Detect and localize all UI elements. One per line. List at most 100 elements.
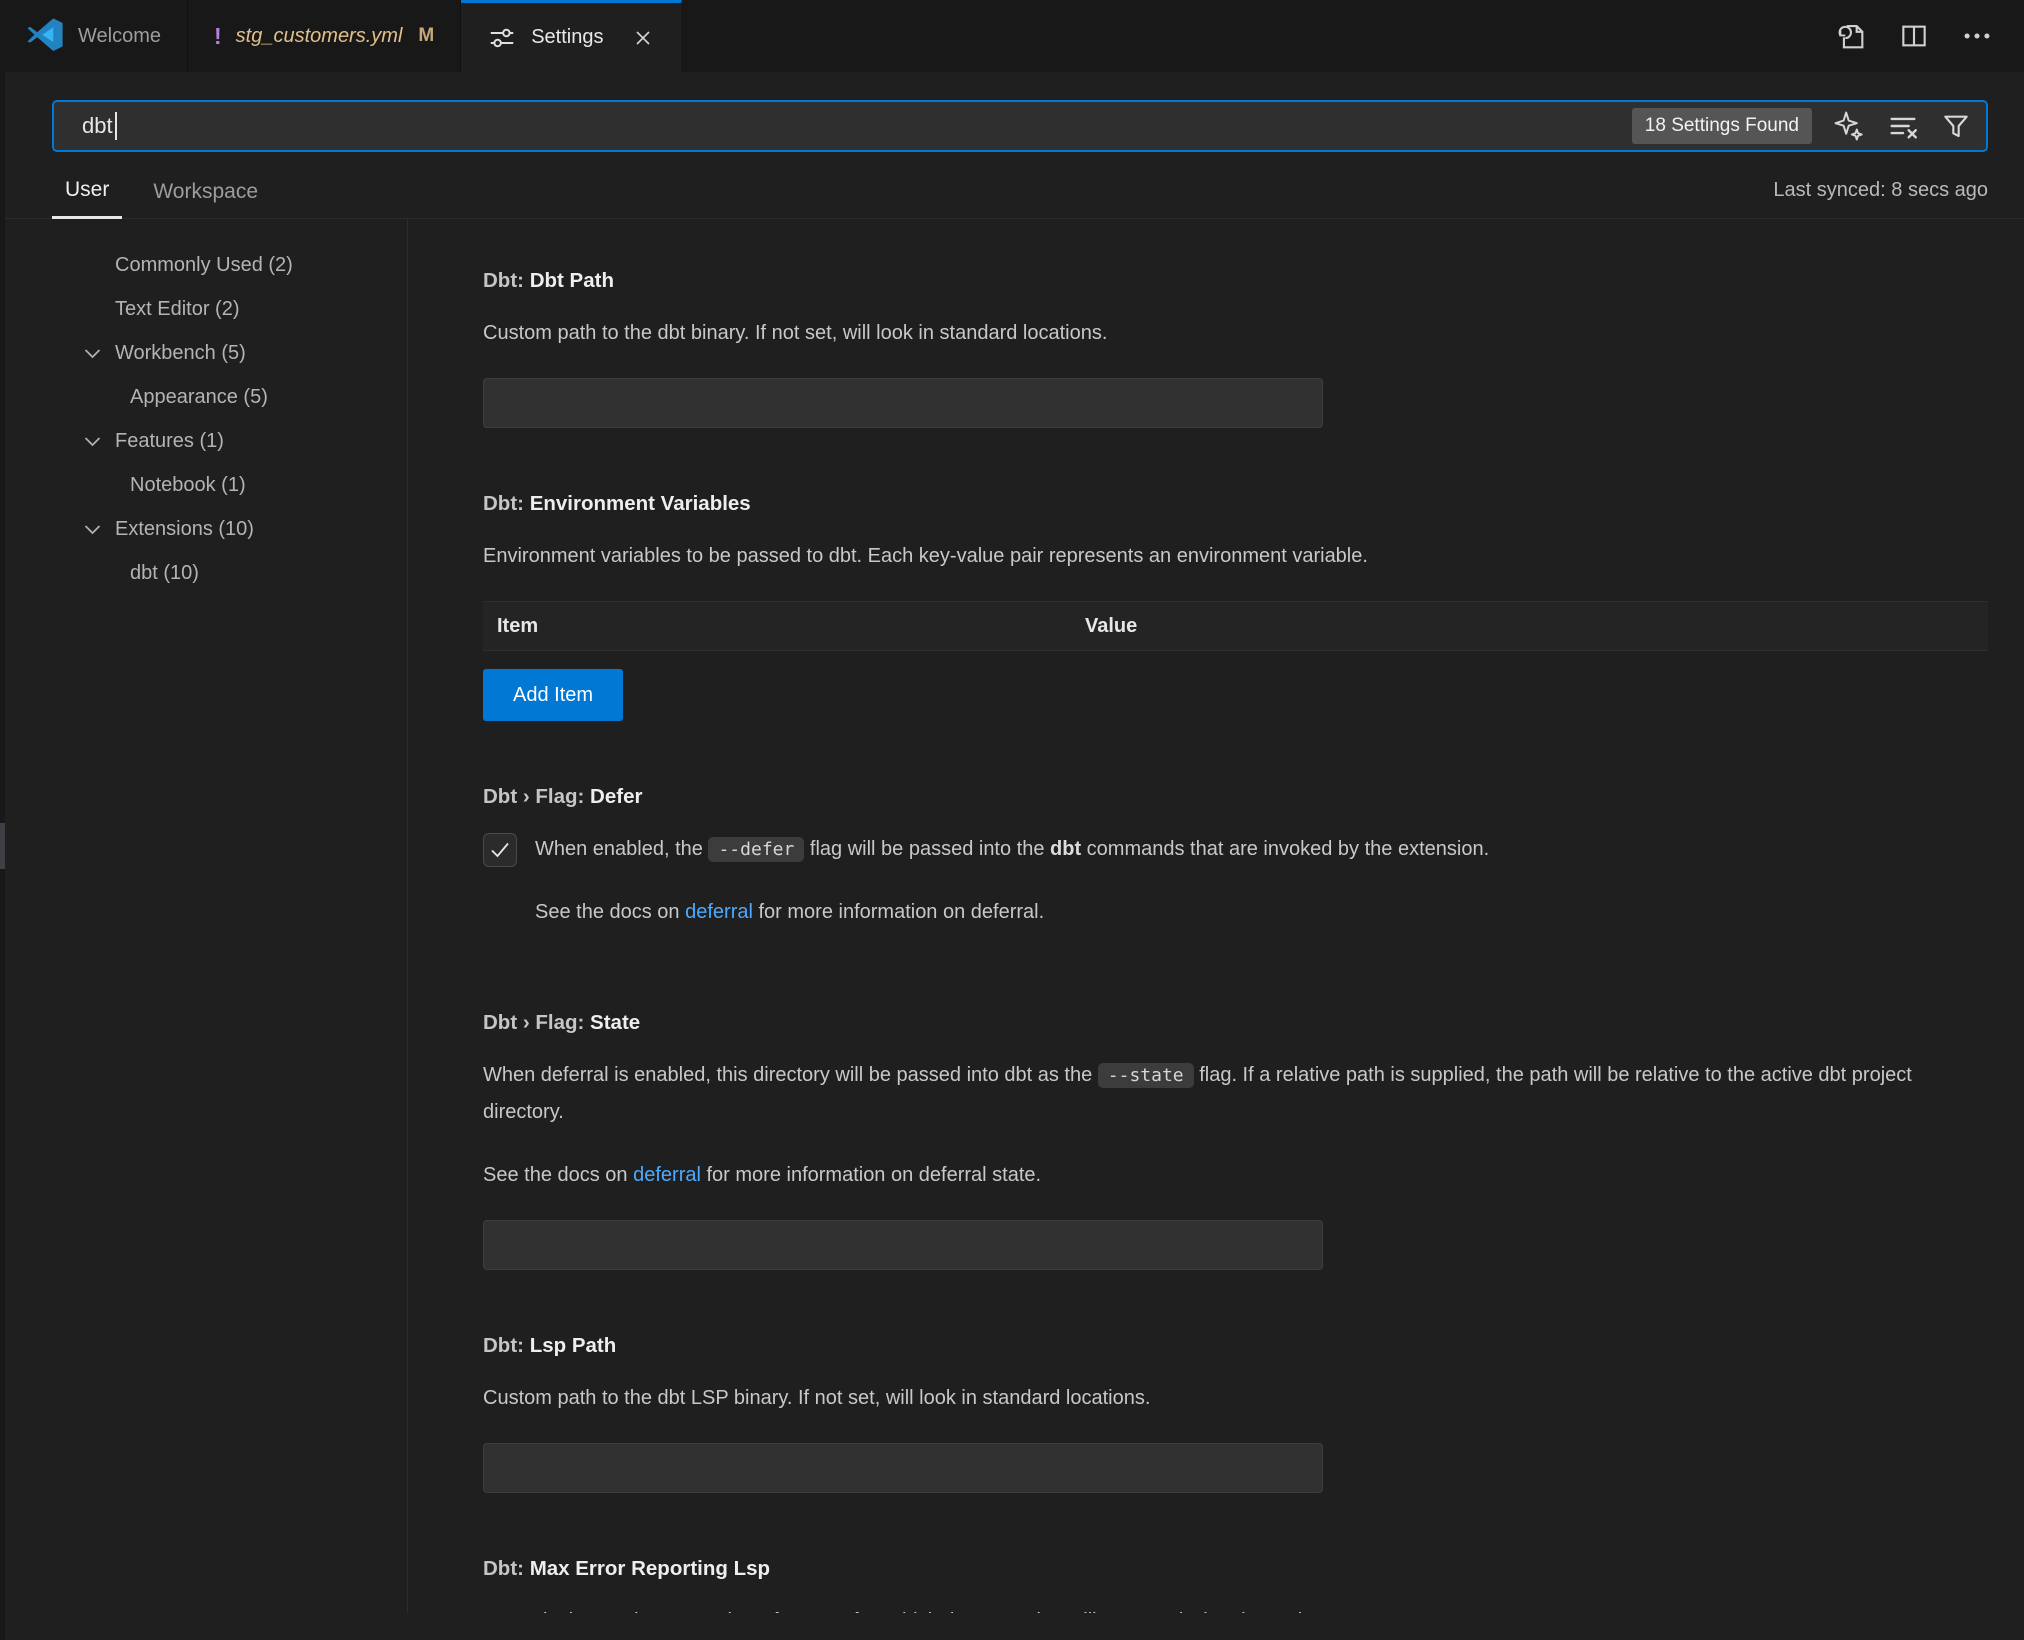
toc-item-label: Commonly Used (2) (115, 254, 293, 276)
tab-welcome[interactable]: Welcome (0, 0, 188, 72)
code-chip: --defer (708, 837, 804, 862)
setting-max-error-reporting-lsp: Dbt: Max Error Reporting Lsp Controls the… (483, 1557, 1988, 1613)
setting-category: Dbt › Flag: (483, 1011, 590, 1034)
desc-text: commands that are invoked by the extensi… (1081, 838, 1489, 860)
column-header-item: Item (483, 615, 1085, 638)
more-actions-icon[interactable] (1960, 19, 1994, 53)
toc-item-features[interactable]: Features (1) (0, 419, 407, 463)
desc-text: flag will be passed into the (804, 838, 1050, 860)
setting-title: Dbt: Max Error Reporting Lsp (483, 1557, 1988, 1581)
flag-state-input[interactable] (483, 1220, 1323, 1270)
settings-list: Dbt: Dbt Path Custom path to the dbt bina… (408, 219, 2024, 1613)
table-header-row: ItemValue (483, 601, 1988, 651)
clear-search-icon[interactable] (1886, 109, 1920, 143)
toc-item-label: Features (1) (115, 430, 224, 452)
toc-item-text-editor[interactable]: Text Editor (2) (0, 287, 407, 331)
results-count-badge: 18 Settings Found (1632, 108, 1812, 144)
chevron-down-icon (84, 436, 101, 447)
setting-lsp-path: Dbt: Lsp Path Custom path to the dbt LSP … (483, 1334, 1988, 1493)
warning-icon: ! (214, 23, 222, 50)
desc-text: Custom path to the dbt binary. If not se… (483, 322, 1107, 344)
setting-description: Controls the maximum number of errors af… (483, 1603, 1988, 1613)
settings-search-row: dbt 18 Settings Found (0, 72, 2024, 152)
toc-item-commonly-used[interactable]: Commonly Used (2) (0, 243, 407, 287)
settings-search-input[interactable]: dbt 18 Settings Found (52, 100, 1988, 152)
split-editor-icon[interactable] (1898, 20, 1930, 52)
ai-search-icon[interactable] (1832, 109, 1866, 143)
code-chip: --state (1098, 1063, 1194, 1088)
setting-description: Custom path to the dbt LSP binary. If no… (483, 1380, 1988, 1417)
tab-label: stg_customers.yml (236, 25, 403, 48)
tab-label: Welcome (78, 25, 161, 48)
lsp-path-input[interactable] (483, 1443, 1323, 1493)
setting-description: When enabled, the --defer flag will be p… (535, 831, 1489, 868)
toc-item-dbt[interactable]: dbt (10) (0, 551, 407, 595)
modified-badge: M (418, 25, 434, 47)
close-icon[interactable] (631, 26, 655, 50)
setting-category: Dbt: (483, 1557, 530, 1580)
desc-text: for more information on deferral state. (701, 1164, 1041, 1186)
setting-environment-variables: Dbt: Environment Variables Environment va… (483, 492, 1988, 721)
setting-category: Dbt › Flag: (483, 785, 590, 808)
desc-text: When enabled, the (535, 838, 708, 860)
desc-text: See the docs on (535, 901, 685, 923)
tab-settings[interactable]: Settings (461, 0, 682, 72)
setting-dbt-path: Dbt: Dbt Path Custom path to the dbt bina… (483, 269, 1988, 428)
settings-body: Commonly Used (2) Text Editor (2) Workbenc… (0, 219, 2024, 1613)
setting-name: Lsp Path (530, 1334, 617, 1357)
text-caret (115, 112, 117, 140)
tab-stg-customers[interactable]: ! stg_customers.yml M (188, 0, 461, 72)
setting-name: Defer (590, 785, 642, 808)
toc-item-label: Appearance (5) (130, 386, 268, 408)
setting-description-extra: See the docs on deferral for more inform… (483, 1157, 1988, 1194)
setting-description-extra: See the docs on deferral for more inform… (483, 894, 1988, 931)
column-header-value: Value (1085, 615, 1137, 638)
toc-item-notebook[interactable]: Notebook (1) (0, 463, 407, 507)
tab-label: Settings (531, 26, 603, 49)
setting-name: Environment Variables (530, 492, 751, 515)
scope-tab-user[interactable]: User (52, 178, 122, 219)
desc-text: See the docs on (483, 1164, 633, 1186)
search-query-text: dbt (82, 113, 113, 139)
open-settings-json-icon[interactable] (1834, 19, 1868, 53)
settings-scope-row: User Workspace Last synced: 8 secs ago (0, 178, 2024, 219)
settings-toc: Commonly Used (2) Text Editor (2) Workbenc… (0, 219, 407, 1613)
desc-text: When deferral is enabled, this directory… (483, 1064, 1098, 1086)
deferral-link[interactable]: deferral (685, 901, 753, 923)
setting-name: Dbt Path (530, 269, 614, 292)
left-sash[interactable] (0, 72, 5, 1640)
last-synced-label: Last synced: 8 secs ago (1773, 179, 1988, 218)
toc-item-workbench[interactable]: Workbench (5) (0, 331, 407, 375)
checkbox-setting-row: When enabled, the --defer flag will be p… (483, 831, 1988, 894)
setting-description: Environment variables to be passed to db… (483, 538, 1988, 575)
add-item-button[interactable]: Add Item (483, 669, 623, 721)
settings-sliders-icon (487, 23, 517, 53)
setting-title: Dbt: Environment Variables (483, 492, 1988, 516)
desc-text: Custom path to the dbt LSP binary. If no… (483, 1387, 1150, 1409)
setting-category: Dbt: (483, 1334, 530, 1357)
setting-description: When deferral is enabled, this directory… (483, 1057, 1988, 1131)
desc-text: for more information on deferral. (753, 901, 1044, 923)
toc-item-label: Extensions (10) (115, 518, 254, 540)
bold-text: dbt (1050, 838, 1081, 860)
toc-item-label: Notebook (1) (130, 474, 246, 496)
filter-icon[interactable] (1940, 110, 1972, 142)
setting-checkbox[interactable] (483, 833, 517, 867)
toc-item-extensions[interactable]: Extensions (10) (0, 507, 407, 551)
desc-text: Environment variables to be passed to db… (483, 545, 1368, 567)
left-sash-handle[interactable] (0, 823, 5, 869)
dbt-path-input[interactable] (483, 378, 1323, 428)
desc-text: Controls the maximum number of errors af… (483, 1610, 1335, 1613)
chevron-down-icon (84, 524, 101, 535)
toc-item-label: Workbench (5) (115, 342, 246, 364)
toc-item-appearance[interactable]: Appearance (5) (0, 375, 407, 419)
editor-actions (1834, 0, 2024, 72)
deferral-link[interactable]: deferral (633, 1164, 701, 1186)
toc-item-label: Text Editor (2) (115, 298, 239, 320)
vscode-window: Welcome ! stg_customers.yml M Settings (0, 0, 2024, 1640)
setting-title: Dbt › Flag: Defer (483, 785, 1988, 809)
setting-title: Dbt › Flag: State (483, 1011, 1988, 1035)
setting-title: Dbt: Dbt Path (483, 269, 1988, 293)
setting-name: State (590, 1011, 640, 1034)
scope-tab-workspace[interactable]: Workspace (140, 180, 271, 218)
